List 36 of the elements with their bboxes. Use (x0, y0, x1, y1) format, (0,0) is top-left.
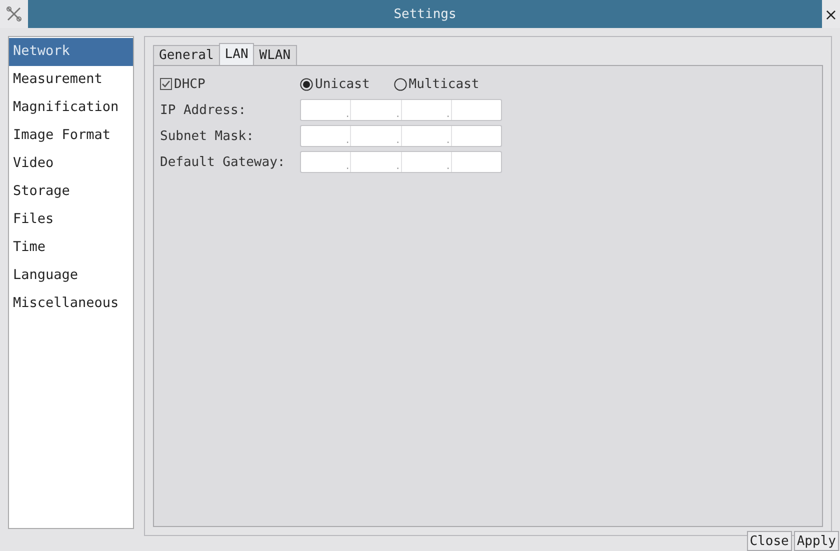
field-label: Subnet Mask: (160, 128, 255, 144)
sidebar-item[interactable]: Storage (9, 178, 133, 206)
radio-icon (300, 78, 313, 90)
dot-separator: . (344, 162, 350, 172)
sidebar-item[interactable]: Files (9, 206, 133, 234)
sidebar-item[interactable]: Measurement (9, 66, 133, 94)
radio-button[interactable]: Unicast (300, 76, 370, 92)
field-label: Default Gateway: (160, 154, 286, 170)
field-label: IP Address: (160, 102, 248, 118)
dot-separator: . (445, 136, 451, 146)
tab[interactable]: General (153, 45, 220, 65)
sidebar-item[interactable]: Network (9, 38, 133, 66)
dot-separator: . (445, 162, 451, 172)
dot-separator: . (344, 136, 350, 146)
sidebar-item[interactable]: Time (9, 234, 133, 262)
sidebar-item[interactable]: Image Format (9, 122, 133, 150)
radio-button[interactable]: Multicast (394, 76, 480, 92)
tools-icon[interactable] (0, 0, 28, 28)
checkbox-icon (160, 78, 172, 90)
close-button[interactable]: × (822, 0, 840, 28)
dot-separator: . (344, 110, 350, 120)
dot-separator: . (395, 136, 400, 146)
dot-separator: . (395, 162, 400, 172)
tab[interactable]: WLAN (253, 45, 297, 65)
dot-separator: . (395, 110, 400, 120)
sidebar-item[interactable]: Magnification (9, 94, 133, 122)
sidebar-item[interactable]: Miscellaneous (9, 290, 133, 318)
dialog-button[interactable]: Close (746, 531, 792, 551)
tab[interactable]: LAN (218, 43, 254, 65)
window-title: Settings (392, 6, 458, 22)
dot-separator: . (445, 110, 451, 120)
dhcp-checkbox[interactable]: DHCP (160, 76, 300, 92)
sidebar-item[interactable]: Video (9, 150, 133, 178)
dialog-button[interactable]: Apply (794, 531, 839, 551)
radio-icon (394, 78, 407, 90)
sidebar-item[interactable]: Language (9, 262, 133, 290)
